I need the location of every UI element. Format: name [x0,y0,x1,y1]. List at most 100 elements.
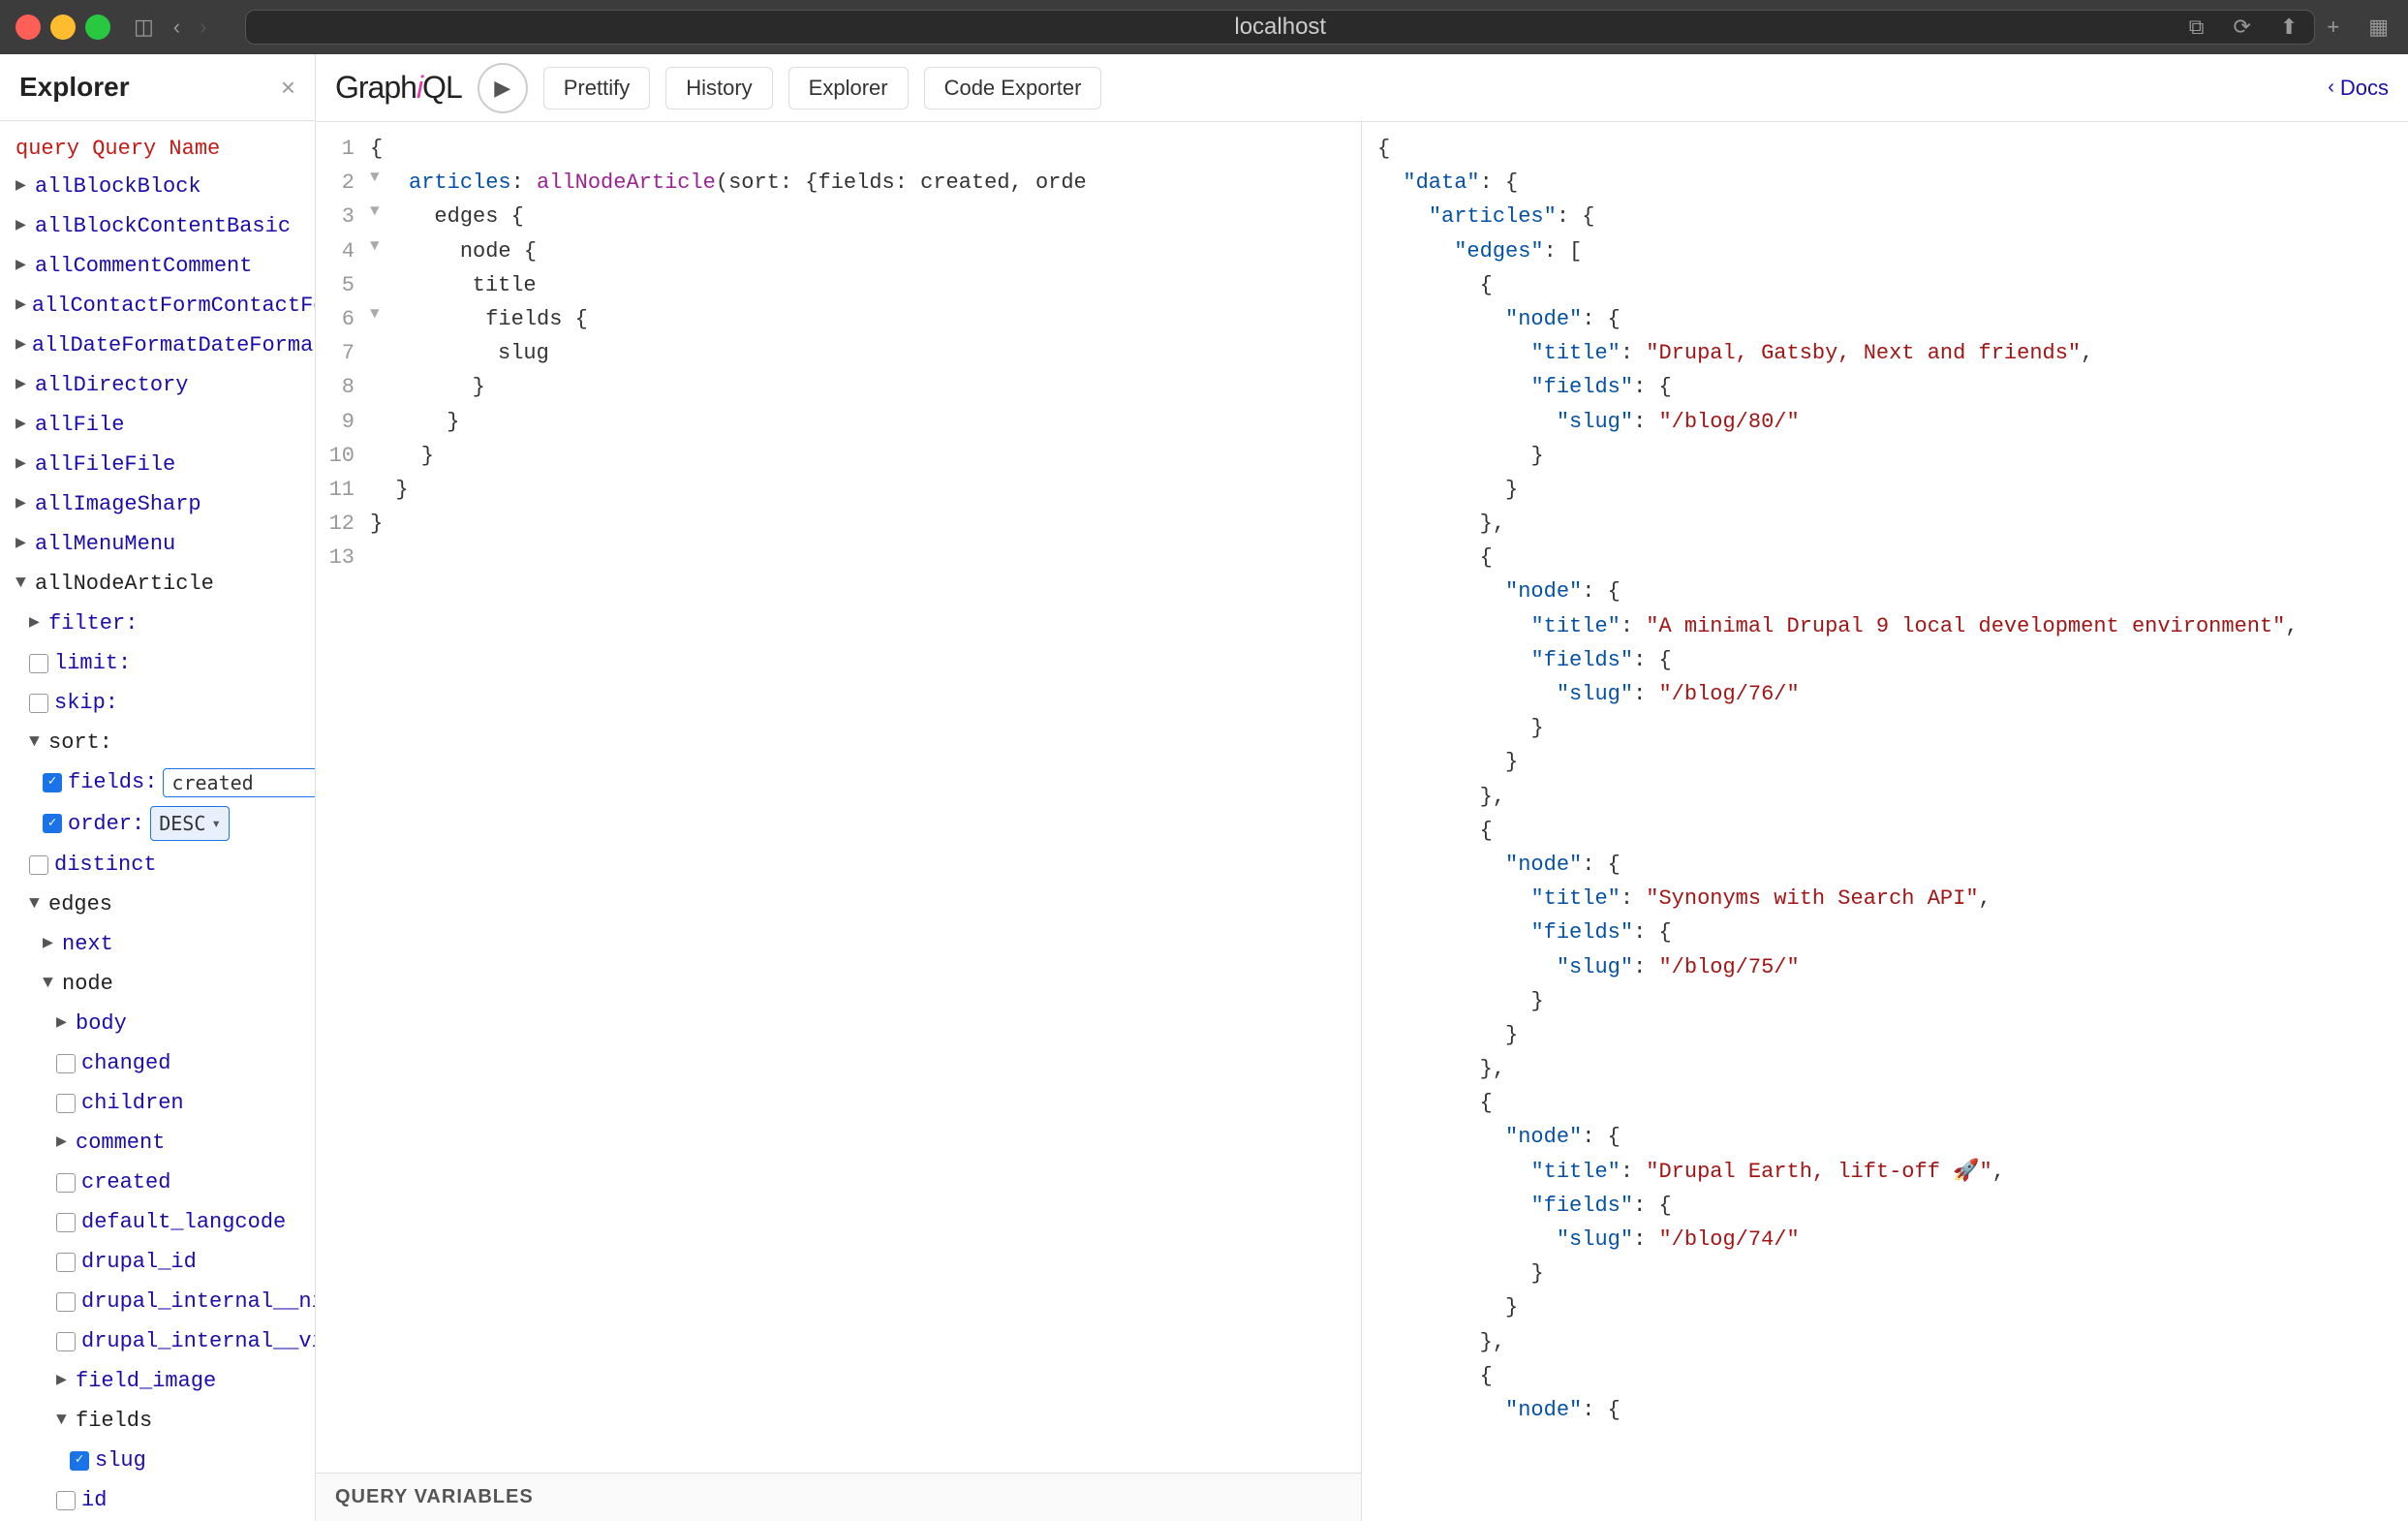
code-line-9: 9 } [316,405,1361,439]
sidebar-close-button[interactable]: × [281,73,295,103]
order-dropdown[interactable]: DESC ▾ [150,806,230,841]
sidebar-item-children[interactable]: children [0,1083,315,1123]
close-traffic-light[interactable] [15,15,41,40]
fields-input[interactable] [163,768,315,797]
sidebar-item-label: sort: [48,727,112,759]
fields-checkbox[interactable]: ✓ [43,773,62,792]
back-icon[interactable]: ‹ [173,15,180,40]
fold-icon[interactable]: ▼ [370,302,380,327]
docs-chevron-icon: ‹ [2328,77,2334,99]
sidebar-item-label: allFileFile [35,449,175,481]
sidebar-item-next[interactable]: ▶ next [0,924,315,964]
docs-link[interactable]: ‹ Docs [2328,76,2389,101]
sidebar-header: Explorer × [0,54,315,121]
line-content: } [370,370,485,404]
limit-checkbox[interactable] [29,654,48,673]
sidebar-item-allDirectory[interactable]: ▶ allDirectory [0,365,315,405]
sidebar-item-fields[interactable]: ✓ fields: [0,762,315,802]
line-number: 1 [316,132,370,166]
line-content: } [370,473,409,507]
sidebar-item-default-langcode[interactable]: default_langcode [0,1202,315,1242]
code-editor[interactable]: 1 { 2 ▼ articles: allNodeArticle(sort: {… [316,122,1362,1521]
sidebar-item-allDateFormatDateFormat[interactable]: ▶ allDateFormatDateFormat [0,326,315,365]
sidebar-item-label: node [62,968,113,1000]
sidebar-item-label: allMenuMenu [35,528,175,560]
created-checkbox[interactable] [56,1173,76,1193]
id-checkbox[interactable] [56,1491,76,1510]
drupal-internal-nid-checkbox[interactable] [56,1292,76,1312]
translate-icon[interactable]: ⧉ [2189,15,2205,40]
sidebar-item-label: children [81,1087,184,1119]
sidebar-item-label: distinct [54,849,157,881]
sidebar-item-allFile[interactable]: ▶ allFile [0,405,315,445]
sidebar-item-drupal-id[interactable]: drupal_id [0,1242,315,1282]
drupal-internal-vid-checkbox[interactable] [56,1332,76,1351]
sidebar-content: query Query Name ▶ allBlockBlock ▶ allBl… [0,121,315,1521]
sidebar-item-body[interactable]: ▶ body [0,1004,315,1043]
sidebar-item-node[interactable]: ▼ node [0,964,315,1004]
history-button[interactable]: History [665,67,772,109]
run-button[interactable]: ▶ [478,63,528,113]
fold-icon[interactable]: ▼ [370,166,380,191]
sidebar-item-drupal-internal-vid[interactable]: drupal_internal__vid [0,1321,315,1361]
minimize-traffic-light[interactable] [50,15,76,40]
sidebar-item-allFileFile[interactable]: ▶ allFileFile [0,445,315,484]
forward-icon[interactable]: › [200,15,206,40]
changed-checkbox[interactable] [56,1054,76,1073]
line-content: fields { [384,302,588,336]
sidebar-item-allMenuMenu[interactable]: ▶ allMenuMenu [0,524,315,564]
query-vars-bar[interactable]: QUERY VARIABLES [316,1473,1361,1521]
fullscreen-traffic-light[interactable] [85,15,110,40]
share-icon[interactable]: ⬆ [2280,15,2298,40]
code-exporter-button[interactable]: Code Exporter [924,67,1102,109]
query-vars-label: QUERY VARIABLES [335,1486,534,1508]
drupal-id-checkbox[interactable] [56,1253,76,1272]
sidebar-item-changed[interactable]: changed [0,1043,315,1083]
sidebar-item-allContactFormContactForm[interactable]: ▶ allContactFormContactForm [0,286,315,326]
query-keyword: query [15,137,79,161]
sidebar-item-allImageSharp[interactable]: ▶ allImageSharp [0,484,315,524]
prettify-button[interactable]: Prettify [543,67,650,109]
sidebar-item-slug[interactable]: ✓ slug [0,1441,315,1480]
sidebar-item-sort[interactable]: ▼ sort: [0,723,315,762]
sidebar-item-drupal-internal-nid[interactable]: drupal_internal__nid [0,1282,315,1321]
url-bar[interactable]: localhost [245,10,2315,45]
children-checkbox[interactable] [56,1094,76,1113]
sidebar-item-label: allDateFormatDateFormat [32,329,315,361]
tabs-icon[interactable]: ▦ [2368,15,2389,40]
main-content: GraphiQL ▶ Prettify History Explorer Cod… [316,54,2408,1521]
sidebar-item-skip[interactable]: skip: [0,683,315,723]
fold-icon[interactable]: ▼ [370,200,380,225]
slug-checkbox[interactable]: ✓ [70,1451,89,1471]
sidebar-item-created[interactable]: created [0,1163,315,1202]
sidebar-item-allBlockBlock[interactable]: ▶ allBlockBlock [0,167,315,206]
reload-icon[interactable]: ⟳ [2233,15,2250,40]
fold-icon[interactable]: ▼ [370,234,380,260]
default-langcode-checkbox[interactable] [56,1213,76,1232]
explorer-button[interactable]: Explorer [788,67,909,109]
sidebar-item-limit[interactable]: limit: [0,643,315,683]
sidebar-item-field-image[interactable]: ▶ field_image [0,1361,315,1401]
sidebar-item-label: order: [68,808,144,840]
code-line-1: 1 { [316,132,1361,166]
sidebar-item-allNodeArticle[interactable]: ▼ allNodeArticle [0,564,315,604]
code-line-5: 5 title [316,268,1361,302]
sidebar-item-edges[interactable]: ▼ edges [0,885,315,924]
line-content [370,541,383,574]
line-number: 4 [316,234,370,268]
sidebar-item-order[interactable]: ✓ order: DESC ▾ [0,802,315,845]
sidebar-item-fields-open[interactable]: ▼ fields [0,1401,315,1441]
sidebar-item-distinct[interactable]: distinct [0,845,315,885]
sidebar-item-filter[interactable]: ▶ filter: [0,604,315,643]
nav-icons: ◫ ‹ › [134,15,206,40]
code-line-7: 7 slug [316,336,1361,370]
new-tab-icon[interactable]: + [2327,15,2339,40]
sidebar-item-comment[interactable]: ▶ comment [0,1123,315,1163]
sidebar-item-allCommentComment[interactable]: ▶ allCommentComment [0,246,315,286]
skip-checkbox[interactable] [29,694,48,713]
sidebar-item-allBlockContentBasic[interactable]: ▶ allBlockContentBasic [0,206,315,246]
sidebar-item-id[interactable]: id [0,1480,315,1520]
order-checkbox[interactable]: ✓ [43,814,62,833]
distinct-checkbox[interactable] [29,855,48,875]
sidebar-toggle-icon[interactable]: ◫ [134,15,154,40]
